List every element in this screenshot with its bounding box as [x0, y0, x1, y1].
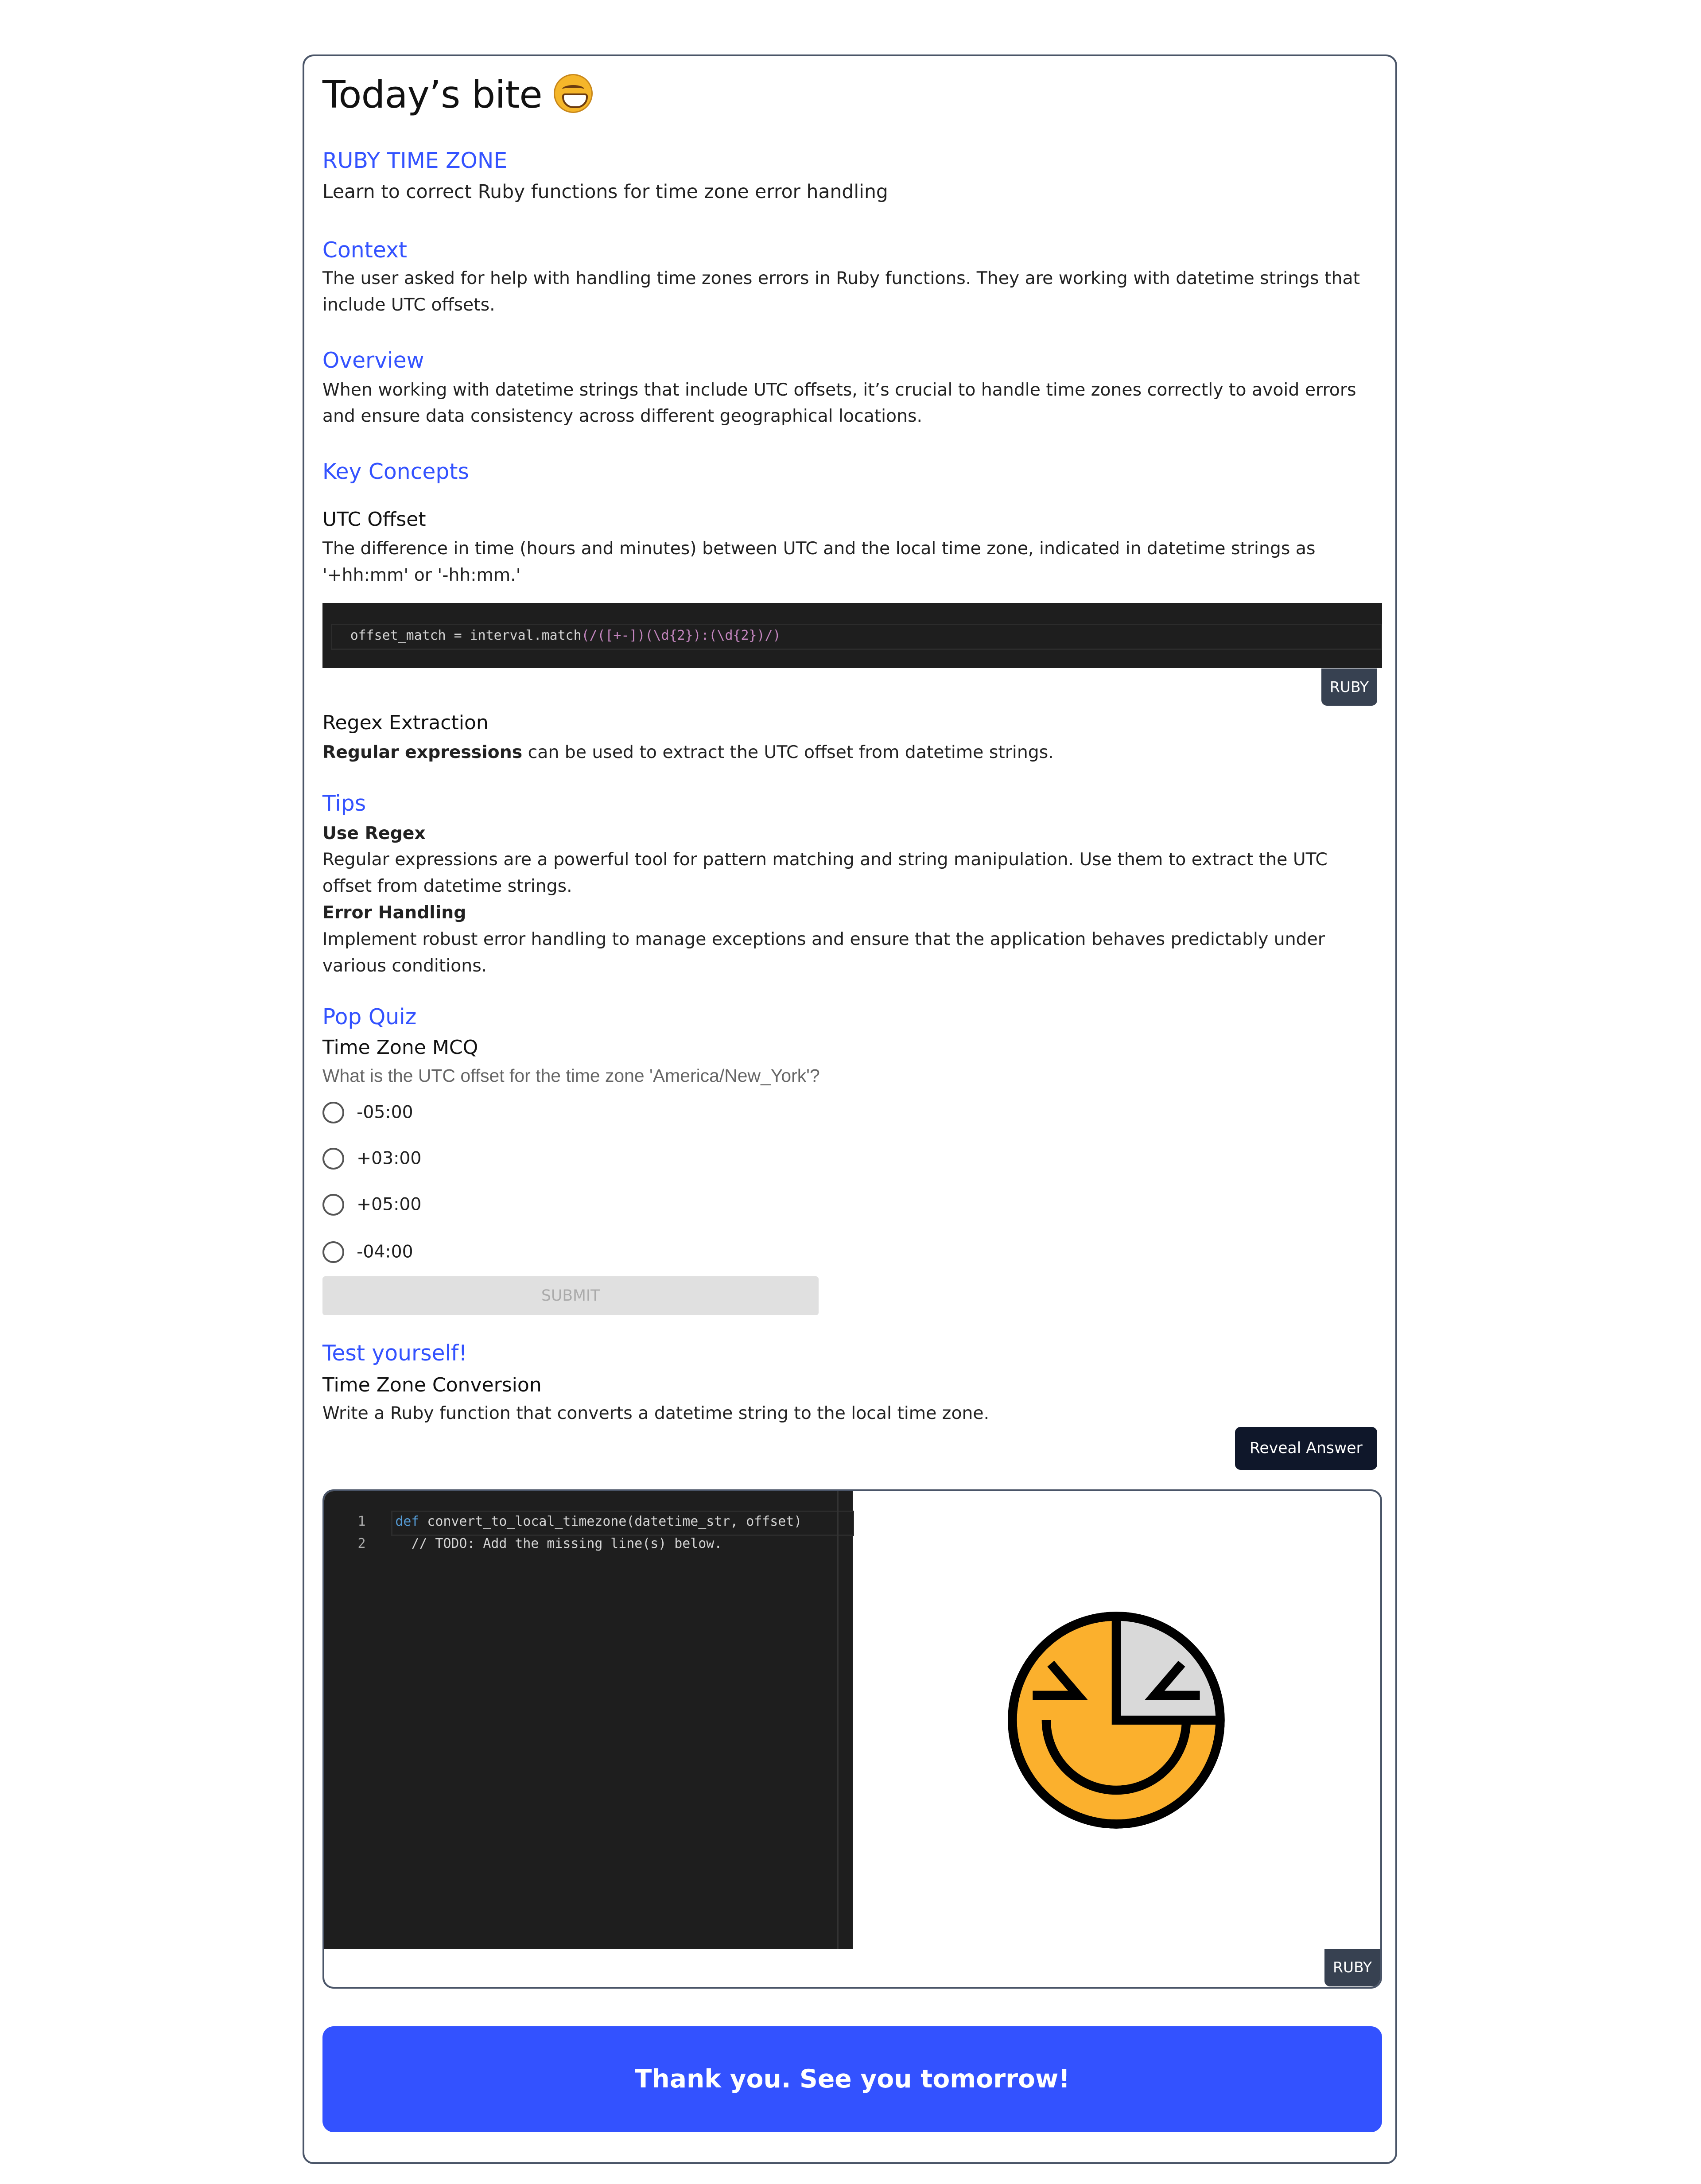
tip-title: Error Handling	[322, 902, 466, 923]
language-tag: RUBY	[1324, 1948, 1380, 1986]
concept-title: UTC Offset	[322, 508, 426, 531]
tips-heading: Tips	[322, 791, 366, 816]
concept-title: Regex Extraction	[322, 711, 489, 734]
language-tag: RUBY	[1321, 668, 1377, 706]
page-title: Today’s bite	[322, 73, 593, 117]
code-editor[interactable]: 1 def convert_to_local_timezone(datetime_…	[324, 1491, 854, 1949]
tip-title: Use Regex	[322, 823, 426, 843]
quiz-title: Time Zone MCQ	[322, 1036, 478, 1059]
quiz-option[interactable]: -05:00	[322, 1102, 413, 1124]
tip-text: Implement robust error handling to manag…	[322, 929, 1325, 976]
code-editor-panel: 1 def convert_to_local_timezone(datetime_…	[322, 1489, 1382, 1989]
key-concepts-heading: Key Concepts	[322, 459, 469, 485]
submit-button[interactable]: SUBMIT	[322, 1276, 819, 1315]
radio-button[interactable]	[322, 1102, 344, 1124]
quiz-heading: Pop Quiz	[322, 1004, 417, 1030]
bite-card: Today’s bite RUBY TIME ZONE Learn to cor…	[303, 54, 1397, 2164]
code-block: offset_match = interval.match(/([+-])(\d…	[322, 602, 1382, 668]
radio-button[interactable]	[322, 1148, 344, 1170]
subtitle: Learn to correct Ruby functions for time…	[322, 181, 888, 203]
reveal-answer-button[interactable]: Reveal Answer	[1235, 1426, 1377, 1470]
smiley-clock-logo-icon	[1007, 1611, 1225, 1829]
quiz-option[interactable]: +03:00	[322, 1148, 421, 1170]
grin-emoji-icon	[553, 74, 593, 113]
test-heading: Test yourself!	[322, 1340, 467, 1366]
quiz-option[interactable]: +05:00	[322, 1194, 421, 1216]
test-title: Time Zone Conversion	[322, 1374, 542, 1397]
overview-text: When working with datetime strings that …	[322, 379, 1356, 427]
quiz-question: What is the UTC offset for the time zone…	[322, 1065, 820, 1086]
radio-button[interactable]	[322, 1241, 344, 1263]
topic-label: RUBY TIME ZONE	[322, 148, 508, 174]
context-heading: Context	[322, 237, 407, 263]
concept-text: Regular expressions can be used to extra…	[322, 742, 1054, 763]
tip-text: Regular expressions are a powerful tool …	[322, 849, 1328, 897]
test-text: Write a Ruby function that converts a da…	[322, 1403, 990, 1423]
code-line: offset_match = interval.match(/([+-])(\d…	[330, 623, 1382, 650]
overview-heading: Overview	[322, 347, 424, 373]
radio-button[interactable]	[322, 1194, 344, 1216]
concept-text: The difference in time (hours and minute…	[322, 538, 1316, 586]
thank-you-button[interactable]: Thank you. See you tomorrow!	[322, 2026, 1382, 2133]
quiz-option[interactable]: -04:00	[322, 1241, 413, 1263]
context-text: The user asked for help with handling ti…	[322, 268, 1360, 315]
